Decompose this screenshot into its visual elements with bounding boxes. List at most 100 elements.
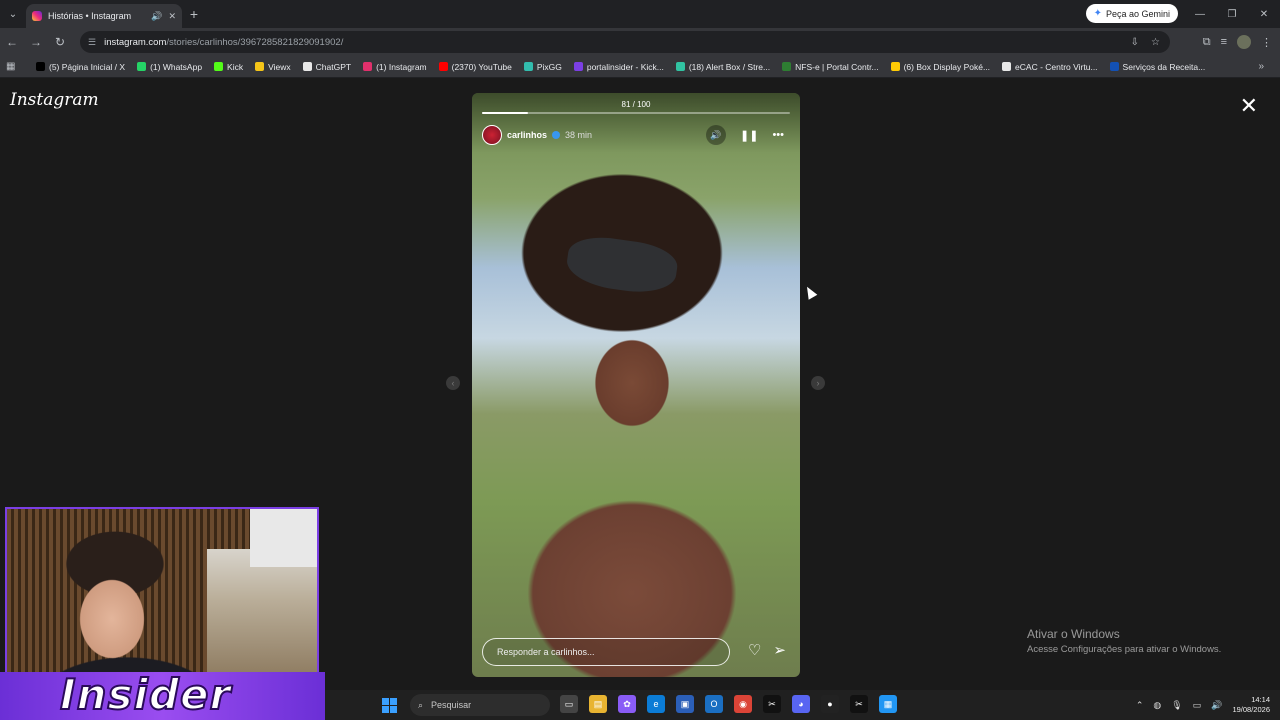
bookmark-favicon-icon [573,62,583,71]
reply-input[interactable]: Responder a carlinhos... [482,638,730,666]
bookmark-star-icon[interactable]: ☆ [1151,37,1160,48]
bookmark-item[interactable]: Viewx [249,62,297,72]
ask-gemini-button[interactable]: ✦ Peça ao Gemini [1085,4,1178,23]
search-icon: ⌕ [418,699,424,710]
taskbar-clock[interactable]: 14:14 19/08/2026 [1232,695,1270,715]
chevron-right-icon: › [816,378,820,388]
obs-icon[interactable]: ● [821,695,839,713]
windows-activation-watermark: Ativar o Windows Acesse Configurações pa… [1027,627,1221,655]
webcam-background-monitor [250,509,317,567]
bookmark-item[interactable]: NFS-e | Portal Contr... [776,62,884,72]
story-progress-bar [482,112,790,114]
profile-avatar[interactable] [1237,35,1251,49]
tray-overflow-icon[interactable]: ⌃ [1136,700,1144,711]
bookmark-favicon-icon [302,62,312,71]
bookmark-item[interactable]: (1) Instagram [357,62,433,72]
bookmark-item[interactable]: Serviços da Receita... [1104,62,1212,72]
install-app-icon[interactable]: ⇩ [1131,37,1139,48]
tab-close-icon[interactable]: ✕ [168,11,176,22]
bookmark-item[interactable]: eCAC - Centro Virtu... [996,62,1104,72]
bookmark-label: ChatGPT [315,61,352,72]
browser-toolbar: ← → ↻ ☰ instagram.com/stories/carlinhos/… [0,28,1280,56]
site-info-icon[interactable]: ☰ [88,37,96,48]
bookmark-label: PixGG [536,61,562,72]
heart-icon[interactable]: ♡ [748,641,761,659]
bookmark-favicon-icon [675,62,685,71]
network-icon[interactable]: ◍ [1153,700,1161,711]
windows-taskbar: ⌕ Pesquisar ▭ ▤ ✿ e ▣ O ◉ ✂ ◕ ● ✂ ▦ ⌃ ◍ … [325,690,1280,720]
bookmarks-bar: ▦ (5) Página Inicial / X (1) WhatsApp Kick… [0,56,1280,78]
pause-icon[interactable]: ❚❚ [740,129,758,142]
bookmark-favicon-icon [890,62,900,71]
file-explorer-icon[interactable]: ▤ [589,695,607,713]
bookmark-label: eCAC - Centro Virtu... [1015,61,1098,72]
edge-icon[interactable]: e [647,695,665,713]
tab-audio-icon[interactable]: 🔊 [151,11,162,22]
bookmark-label: (5) Página Inicial / X [49,61,126,72]
next-story-button[interactable]: › [811,376,825,390]
bookmark-label: portalinsider - Kick... [586,61,664,72]
insider-logo: Insider [59,669,232,720]
bookmark-item[interactable]: (6) Box Display Poké... [885,62,996,72]
close-icon[interactable]: ✕ [1240,93,1258,119]
address-bar[interactable]: ☰ instagram.com/stories/carlinhos/396728… [80,31,1170,53]
forward-button[interactable]: → [24,35,48,49]
bookmark-label: (6) Box Display Poké... [903,61,991,72]
url-path: /stories/carlinhos/3967285821829091902/ [166,36,344,48]
chrome-icon[interactable]: ◉ [734,695,752,713]
outlook-icon[interactable]: O [705,695,723,713]
taskbar-search[interactable]: ⌕ Pesquisar [410,694,550,716]
activation-subtitle: Acesse Configurações para ativar o Windo… [1027,644,1222,655]
display-icon[interactable]: ▭ [1193,700,1202,711]
new-tab-button[interactable]: + [182,6,206,22]
store-icon[interactable]: ▣ [676,695,694,713]
story-username[interactable]: carlinhos [507,130,547,140]
speaker-icon[interactable]: 🔊 [706,125,726,145]
story-user-avatar[interactable] [482,125,502,145]
bookmark-item[interactable]: (18) Alert Box / Stre... [670,62,776,72]
reply-placeholder: Responder a carlinhos... [497,647,595,657]
media-controls-icon[interactable]: ≡ [1221,36,1227,48]
reload-button[interactable]: ↻ [48,35,72,49]
tab-search-button[interactable]: ⌄ [0,0,26,28]
windows-start-icon[interactable] [382,698,397,713]
more-icon[interactable]: ••• [772,129,784,141]
bookmark-item[interactable]: ChatGPT [297,62,357,72]
tab-instagram-stories[interactable]: Histórias • Instagram 🔊 ✕ [26,4,182,28]
instagram-logo[interactable]: Instagram [10,90,99,110]
bookmark-item[interactable]: (5) Página Inicial / X [30,62,131,72]
bookmark-label: (2370) YouTube [451,61,512,72]
bookmark-label: (18) Alert Box / Stre... [688,61,771,72]
minimize-button[interactable]: — [1184,0,1216,28]
bookmark-item[interactable]: PixGG [518,62,568,72]
window-close-button[interactable]: ✕ [1248,0,1280,28]
restore-button[interactable]: ❐ [1216,0,1248,28]
window-controls: — ❐ ✕ [1184,0,1280,28]
url-host: instagram.com [104,36,167,48]
story-viewer[interactable]: 81 / 100 carlinhos 38 min 🔊 ❚❚ ••• Respo… [472,93,800,677]
clock-time: 14:14 [1251,695,1270,704]
bookmarks-overflow-icon[interactable]: » [1258,61,1264,72]
capcut-alt-icon[interactable]: ✂ [850,695,868,713]
volume-icon[interactable]: 🔊 [1211,700,1222,711]
bookmark-favicon-icon [1109,62,1119,71]
extensions-icon[interactable]: ⧉ [1203,36,1211,49]
bookmark-item[interactable]: (2370) YouTube [433,62,518,72]
previous-story-button[interactable]: ‹ [446,376,460,390]
copilot-icon[interactable]: ✿ [618,695,636,713]
bookmark-favicon-icon [137,62,147,71]
back-button[interactable]: ← [0,35,24,49]
story-image-sleep-mask [564,232,680,298]
chrome-menu-icon[interactable]: ⋮ [1261,36,1272,49]
bookmark-item[interactable]: portalinsider - Kick... [568,62,670,72]
microphone-icon[interactable]: 🎙 [1171,700,1182,711]
discord-icon[interactable]: ◕ [792,695,810,713]
calendar-app-icon[interactable]: ▦ [879,695,897,713]
capcut-icon[interactable]: ✂ [763,695,781,713]
send-icon[interactable]: ➢ [773,641,786,659]
bookmark-item[interactable]: (1) WhatsApp [131,62,208,72]
taskbar-apps: ▭ ▤ ✿ e ▣ O ◉ ✂ ◕ ● ✂ ▦ [560,695,897,713]
task-view-icon[interactable]: ▭ [560,695,578,713]
bookmark-item[interactable]: Kick [208,62,249,72]
apps-grid-icon[interactable]: ▦ [6,61,30,72]
